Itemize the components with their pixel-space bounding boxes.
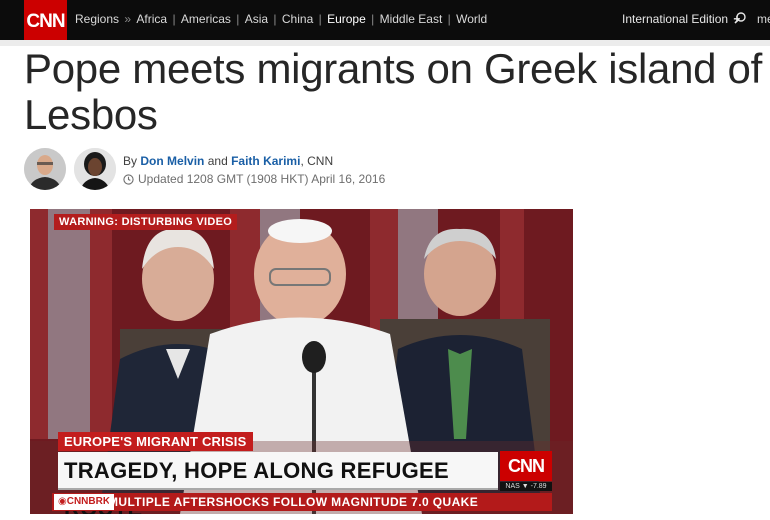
nav-overflow-text[interactable]: me xyxy=(757,12,770,26)
author-avatar-faith-karimi[interactable] xyxy=(74,148,116,190)
nav-americas[interactable]: Americas xyxy=(181,12,231,26)
byline-org: , CNN xyxy=(300,154,334,168)
stock-ticker: NAS ▼ -7.89 xyxy=(500,482,552,491)
nav-middle-east[interactable]: Middle East xyxy=(380,12,443,26)
byline-and: and xyxy=(207,154,228,168)
author-link-faith-karimi[interactable]: Faith Karimi xyxy=(231,154,300,168)
nav-africa[interactable]: Africa xyxy=(136,12,167,26)
nav-world[interactable]: World xyxy=(456,12,487,26)
breaking-news-text: MULTIPLE AFTERSHOCKS FOLLOW MAGNITUDE 7.… xyxy=(108,495,479,509)
region-nav: Regions » Africa | Americas | Asia | Chi… xyxy=(75,12,487,26)
video-warning-badge: WARNING: DISTURBING VIDEO xyxy=(54,214,238,230)
edition-selector[interactable]: International Edition + xyxy=(622,12,740,26)
updated-text: Updated 1208 GMT (1908 HKT) April 16, 20… xyxy=(138,172,386,186)
author-avatar-don-melvin[interactable] xyxy=(24,148,66,190)
edition-label: International Edition xyxy=(622,12,729,26)
nav-europe[interactable]: Europe xyxy=(327,12,366,26)
nav-separator: | xyxy=(236,12,240,26)
nav-separator: | xyxy=(273,12,277,26)
nav-separator: » xyxy=(124,12,132,26)
nav-asia[interactable]: Asia xyxy=(245,12,268,26)
cnn-network-logo: CNN xyxy=(500,451,552,481)
nav-separator: | xyxy=(371,12,375,26)
nav-separator: | xyxy=(172,12,176,26)
byline-prefix: By xyxy=(123,154,138,168)
nav-separator: | xyxy=(318,12,322,26)
nav-separator: | xyxy=(447,12,451,26)
video-player[interactable]: WARNING: DISTURBING VIDEO EUROPE'S MIGRA… xyxy=(30,209,573,514)
clock-icon xyxy=(123,173,134,185)
byline: By Don Melvin and Faith Karimi, CNN xyxy=(123,154,333,168)
video-topic-label: EUROPE'S MIGRANT CRISIS xyxy=(58,432,253,451)
article-headline: Pope meets migrants on Greek island of L… xyxy=(24,45,762,138)
top-navigation-bar: CNN Regions » Africa | Americas | Asia |… xyxy=(0,0,770,43)
updated-timestamp: Updated 1208 GMT (1908 HKT) April 16, 20… xyxy=(123,172,385,186)
video-headline-bar: TRAGEDY, HOPE ALONG REFUGEE ROUTE xyxy=(58,452,498,514)
nav-china[interactable]: China xyxy=(282,12,313,26)
author-link-don-melvin[interactable]: Don Melvin xyxy=(140,154,204,168)
nav-regions[interactable]: Regions xyxy=(75,12,119,26)
cnn-logo[interactable]: CNN xyxy=(24,0,67,43)
search-icon[interactable] xyxy=(734,12,746,24)
cnnbrk-tag: ◉CNNBRK xyxy=(54,494,115,510)
